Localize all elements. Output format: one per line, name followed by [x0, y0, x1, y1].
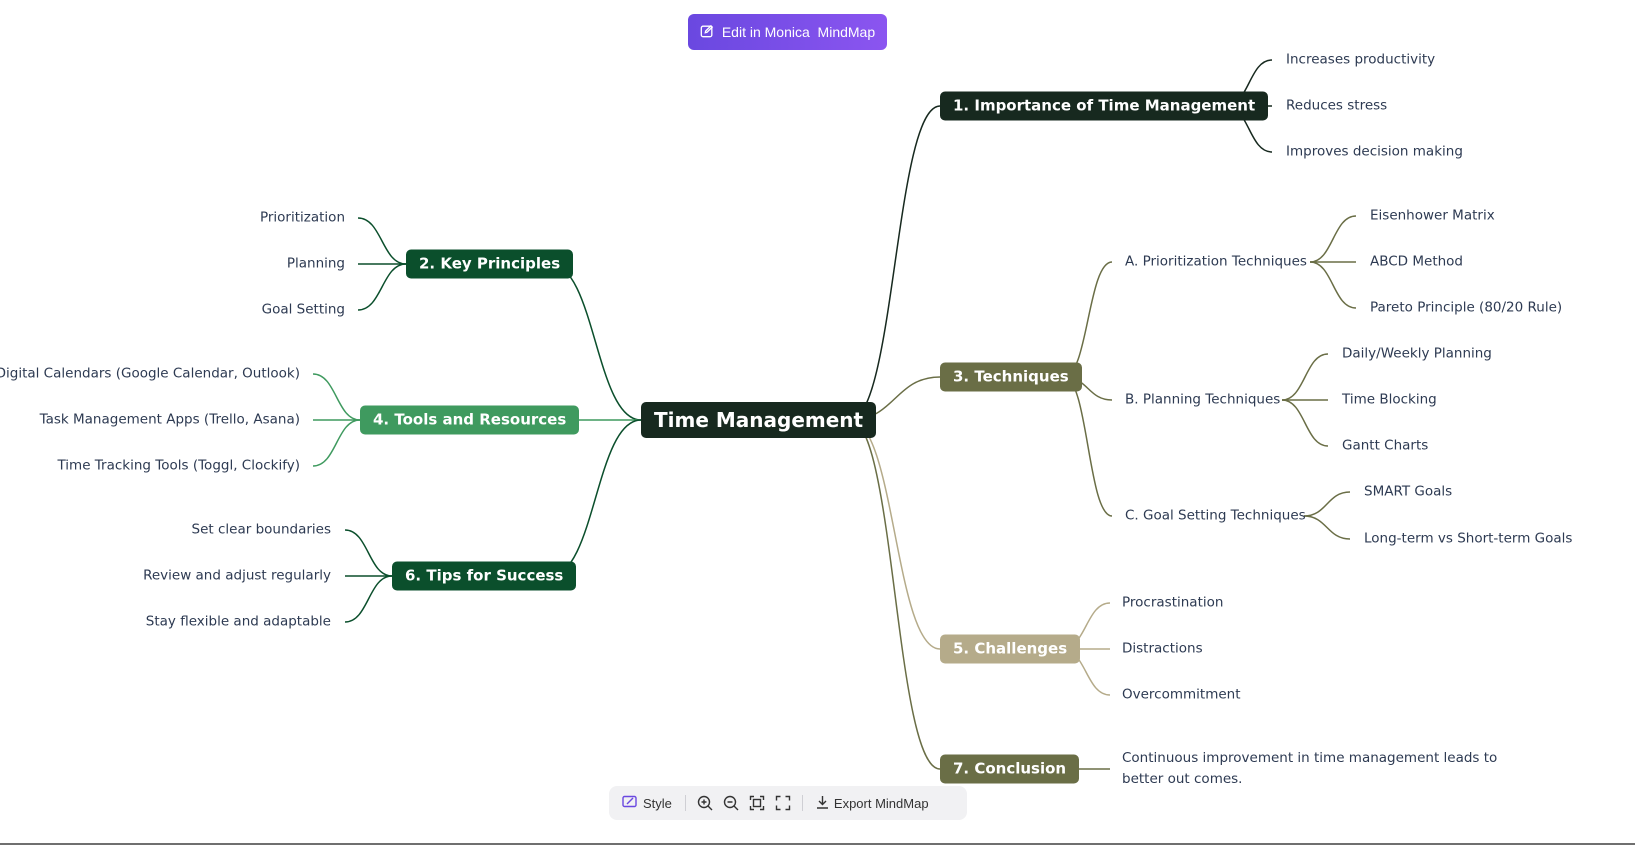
edit-in-monica-button[interactable]: Edit in Monica MindMap — [688, 14, 887, 50]
leaf-overcommitment[interactable]: Overcommitment — [1122, 685, 1241, 706]
leaf-time-blocking[interactable]: Time Blocking — [1342, 390, 1437, 411]
zoom-out-icon[interactable] — [720, 790, 742, 816]
leaf-abcd-method[interactable]: ABCD Method — [1370, 252, 1463, 273]
leaf-reduces-stress[interactable]: Reduces stress — [1286, 96, 1387, 117]
connector-line — [849, 105, 941, 421]
leaf-improves-decision-making[interactable]: Improves decision making — [1286, 142, 1463, 163]
leaf-continuous-improvement[interactable]: Continuous improvement in time managemen… — [1122, 748, 1542, 790]
branch-tips-for-success[interactable]: 6. Tips for Success — [392, 561, 577, 591]
group-planning-techniques[interactable]: B. Planning Techniques — [1125, 390, 1280, 411]
export-mindmap-button[interactable]: Export MindMap — [811, 790, 934, 816]
connector-line — [344, 575, 393, 623]
connector-line — [312, 419, 361, 467]
leaf-distractions[interactable]: Distractions — [1122, 639, 1203, 660]
leaf-procrastination[interactable]: Procrastination — [1122, 593, 1223, 614]
download-icon — [816, 795, 829, 812]
fit-to-screen-icon[interactable] — [746, 790, 768, 816]
leaf-daily-weekly-planning[interactable]: Daily/Weekly Planning — [1342, 344, 1492, 365]
leaf-set-clear-boundaries[interactable]: Set clear boundaries — [192, 520, 331, 541]
root-node[interactable]: Time Management — [641, 402, 877, 438]
branch-challenges[interactable]: 5. Challenges — [940, 634, 1081, 664]
leaf-stay-flexible[interactable]: Stay flexible and adaptable — [146, 612, 331, 633]
leaf-prioritization[interactable]: Prioritization — [260, 208, 345, 229]
branch-tools-and-resources[interactable]: 4. Tools and Resources — [360, 405, 580, 435]
leaf-planning[interactable]: Planning — [287, 254, 345, 275]
connector-line — [849, 419, 941, 650]
group-goal-setting-techniques[interactable]: C. Goal Setting Techniques — [1125, 506, 1306, 527]
leaf-smart-goals[interactable]: SMART Goals — [1364, 482, 1452, 503]
fullscreen-icon[interactable] — [772, 790, 794, 816]
connector-line — [1309, 215, 1357, 263]
connector-line — [1309, 261, 1357, 309]
connector-line — [1063, 376, 1113, 517]
style-button[interactable]: Style — [617, 790, 677, 816]
connector-line — [1063, 261, 1113, 378]
leaf-task-management-apps[interactable]: Task Management Apps (Trello, Asana) — [40, 410, 300, 431]
connector-line — [549, 263, 642, 421]
leaf-gantt-charts[interactable]: Gantt Charts — [1342, 436, 1428, 457]
connector-line — [849, 419, 941, 770]
leaf-long-vs-short-term-goals[interactable]: Long-term vs Short-term Goals — [1364, 529, 1572, 550]
connector-line — [344, 529, 393, 577]
leaf-goal-setting[interactable]: Goal Setting — [262, 300, 345, 321]
branch-importance[interactable]: 1. Importance of Time Management — [940, 91, 1269, 121]
connector-line — [357, 217, 407, 265]
export-label: Export MindMap — [833, 795, 929, 811]
connector-line — [1281, 353, 1329, 401]
toolbar-divider — [684, 795, 686, 811]
leaf-digital-calendars[interactable]: Digital Calendars (Google Calendar, Outl… — [0, 364, 300, 385]
branch-conclusion[interactable]: 7. Conclusion — [940, 754, 1080, 784]
edit-button-label: Edit in Monica MindMap — [721, 24, 876, 40]
connector-line — [1281, 399, 1329, 447]
style-icon — [622, 795, 638, 812]
bottom-toolbar: Style Export MindMap — [609, 786, 967, 820]
branch-key-principles[interactable]: 2. Key Principles — [406, 249, 574, 279]
leaf-review-and-adjust[interactable]: Review and adjust regularly — [143, 566, 331, 587]
connector-line — [357, 263, 407, 311]
zoom-in-icon[interactable] — [694, 790, 716, 816]
toolbar-divider — [801, 795, 803, 811]
style-label: Style — [643, 795, 672, 811]
leaf-increases-productivity[interactable]: Increases productivity — [1286, 50, 1435, 71]
leaf-pareto-principle[interactable]: Pareto Principle (80/20 Rule) — [1370, 298, 1562, 319]
leaf-time-tracking-tools[interactable]: Time Tracking Tools (Toggl, Clockify) — [57, 456, 300, 477]
branch-techniques[interactable]: 3. Techniques — [940, 362, 1082, 392]
connector-line — [312, 373, 361, 421]
connector-line — [1303, 491, 1351, 517]
group-prioritization-techniques[interactable]: A. Prioritization Techniques — [1125, 252, 1307, 273]
leaf-eisenhower-matrix[interactable]: Eisenhower Matrix — [1370, 206, 1495, 227]
mindmap-canvas: Time Management 1. Importance of Time Ma… — [0, 0, 1635, 843]
edit-icon — [700, 24, 714, 41]
connector-line — [1303, 515, 1351, 540]
connector-line — [549, 419, 642, 577]
